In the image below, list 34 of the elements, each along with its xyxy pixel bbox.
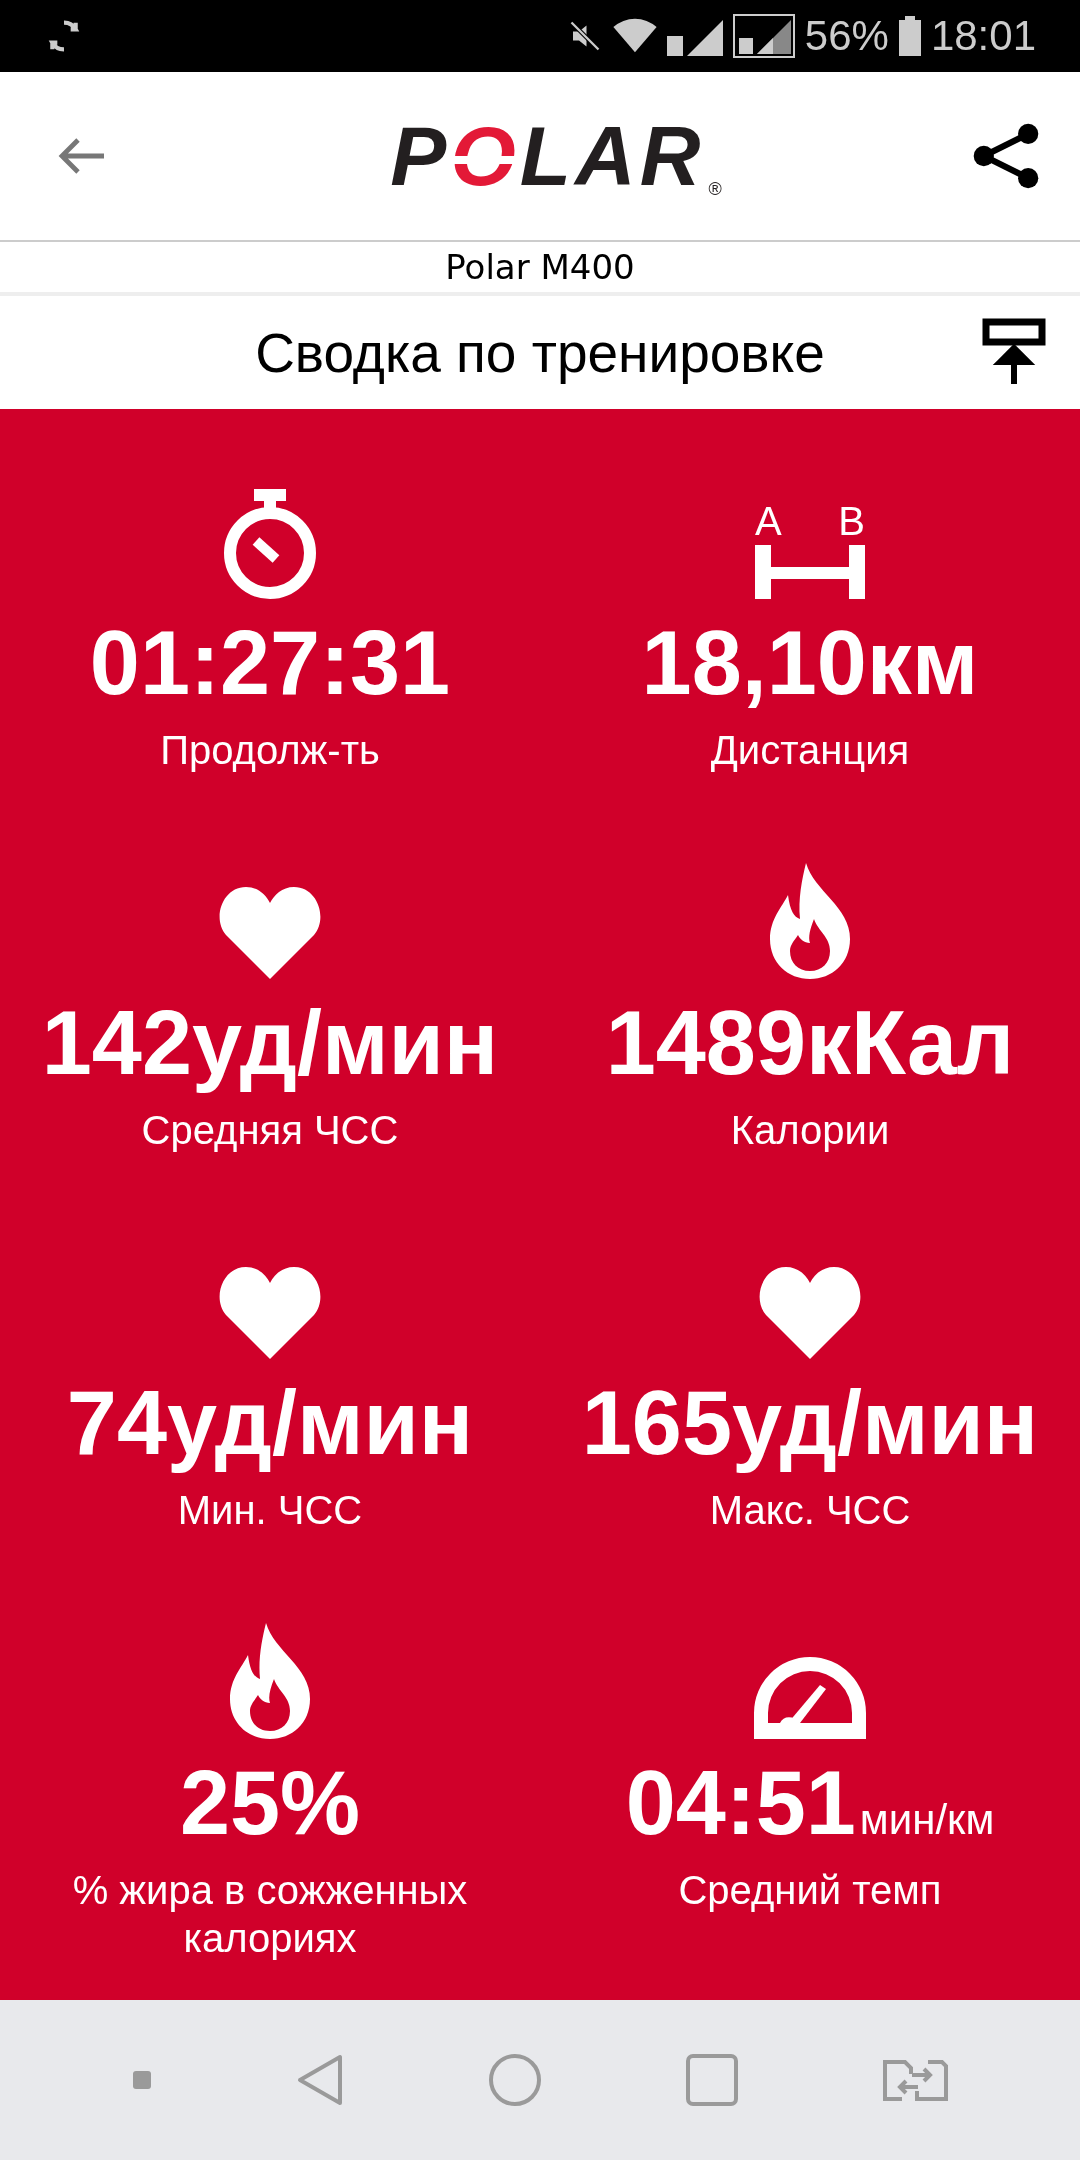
stat-value: 01:27:31 xyxy=(89,612,451,715)
page-title: Сводка по тренировке xyxy=(255,320,825,385)
heart-icon xyxy=(758,1267,862,1359)
stat-value: 74уд/мин xyxy=(66,1372,474,1475)
stat-value: 142уд/мин xyxy=(41,992,499,1095)
clock: 18:01 xyxy=(930,12,1036,60)
home-button[interactable] xyxy=(487,2053,542,2107)
stat-label: Калории xyxy=(730,1106,890,1154)
export-button[interactable] xyxy=(982,318,1046,387)
stat-label: Дистанция xyxy=(710,726,910,774)
stat-label: Мин. ЧСС xyxy=(177,1486,363,1534)
device-name: Polar M400 xyxy=(445,250,635,284)
heart-icon xyxy=(218,887,322,979)
battery-icon xyxy=(898,16,921,56)
switch-sim-button[interactable] xyxy=(882,2059,949,2101)
flame-icon xyxy=(230,1623,310,1739)
heart-icon xyxy=(218,1267,322,1359)
signal-icon xyxy=(732,14,795,58)
stat-label: Средняя ЧСС xyxy=(141,1106,399,1154)
stat-label: Продолж-ть xyxy=(160,726,380,774)
dot-button[interactable] xyxy=(131,2070,152,2090)
stat-value: 25% xyxy=(179,1752,361,1855)
stat-value: 18,10км xyxy=(641,612,979,715)
wifi-icon xyxy=(612,18,657,54)
stat-label: Средний темп xyxy=(678,1866,942,1914)
stat-label: % жира в сожженных калориях xyxy=(71,1866,469,1962)
battery-percent: 56% xyxy=(804,12,889,60)
recents-button[interactable] xyxy=(685,2053,740,2107)
stat-value: 1489кКал xyxy=(605,992,1015,1095)
flame-icon xyxy=(770,863,850,979)
stat-value: 165уд/мин xyxy=(581,1372,1039,1475)
stat-value: 04:51мин/км xyxy=(625,1752,995,1855)
stat-label: Макс. ЧСС xyxy=(709,1486,911,1534)
speedometer-icon xyxy=(754,1657,866,1739)
